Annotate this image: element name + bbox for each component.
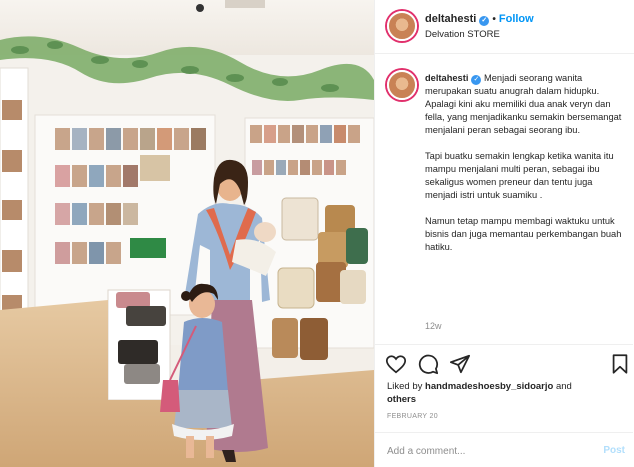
caption-paragraph: deltahesti ✓ Menjadi seorang wanita merup… xyxy=(425,72,625,137)
verified-badge-icon: ✓ xyxy=(479,16,490,26)
action-bar xyxy=(375,344,633,380)
likes-summary: Liked by handmadeshoesby_sidoarjo and ot… xyxy=(387,380,627,406)
comment-box: Post xyxy=(375,432,633,467)
caption-text: deltahesti ✓ Menjadi seorang wanita merup… xyxy=(425,72,625,267)
verified-badge-icon: ✓ xyxy=(471,75,482,85)
caption-paragraph: Namun tetap mampu membagi waktuku untuk … xyxy=(425,216,622,252)
likes-others-link[interactable]: others xyxy=(387,394,416,405)
share-icon[interactable] xyxy=(449,353,471,375)
avatar[interactable] xyxy=(387,11,417,41)
post-header: deltahesti ✓ • Follow Delvation STORE xyxy=(375,0,634,54)
post-date[interactable]: FEBRUARY 20 xyxy=(387,413,438,420)
caption-avatar[interactable] xyxy=(387,70,417,100)
likes-prefix: Liked by xyxy=(387,381,423,392)
caption-username[interactable]: deltahesti xyxy=(425,73,468,83)
location-link[interactable]: Delvation STORE xyxy=(425,29,500,40)
caption-timestamp[interactable]: 12w xyxy=(425,321,442,331)
caption-section: deltahesti ✓ Menjadi seorang wanita merup… xyxy=(375,54,633,348)
likes-connector: and xyxy=(555,381,572,392)
bookmark-icon[interactable] xyxy=(609,353,631,375)
post-photo[interactable] xyxy=(0,0,374,467)
comment-icon[interactable] xyxy=(417,353,439,375)
liked-by-user-link[interactable]: handmadeshoesby_sidoarjo xyxy=(425,381,553,392)
comment-input[interactable] xyxy=(387,443,587,459)
post-author: deltahesti ✓ • Follow xyxy=(425,13,534,26)
post-comment-button[interactable]: Post xyxy=(603,445,625,456)
caption-paragraph: Tapi buatku semakin lengkap ketika wanit… xyxy=(425,151,614,200)
username-link[interactable]: deltahesti xyxy=(425,13,476,25)
post-side-panel: deltahesti ✓ • Follow Delvation STORE delta… xyxy=(374,0,634,467)
store-photo-illustration xyxy=(0,0,374,467)
separator-dot: • xyxy=(492,14,496,25)
heart-icon[interactable] xyxy=(385,353,407,375)
follow-button[interactable]: Follow xyxy=(499,13,534,25)
